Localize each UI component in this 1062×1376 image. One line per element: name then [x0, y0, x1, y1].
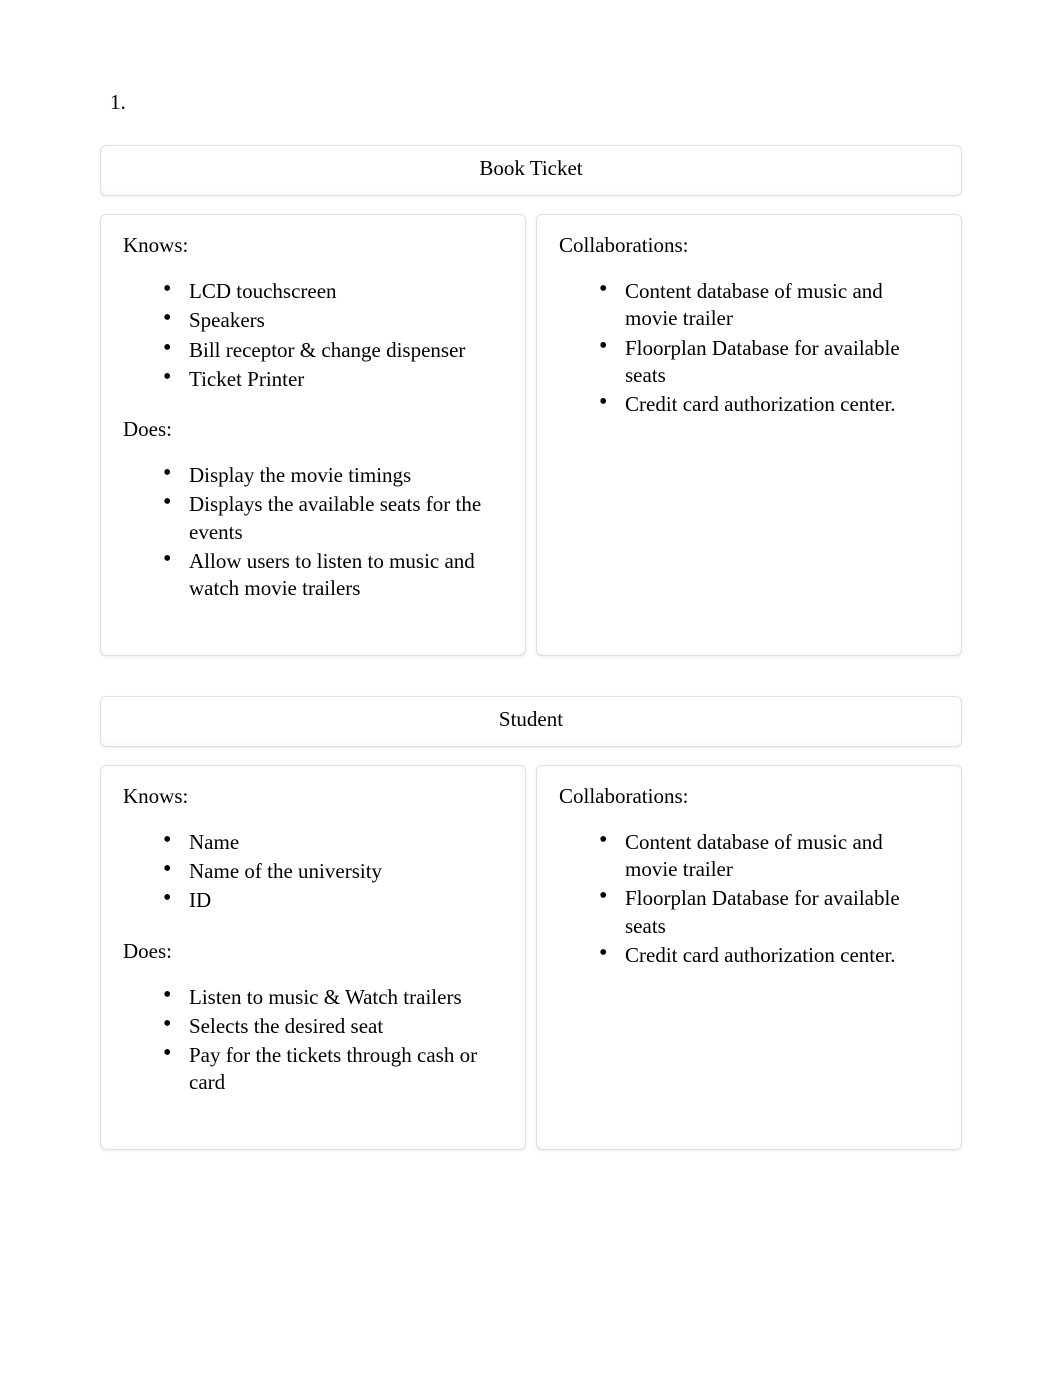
list-number: 1. [110, 90, 962, 115]
list-item: ID [163, 887, 503, 914]
list-item: LCD touchscreen [163, 278, 503, 305]
list-item: Floorplan Database for available seats [599, 335, 939, 390]
list-item: Floorplan Database for available seats [599, 885, 939, 940]
knows-label: Knows: [123, 233, 503, 258]
card-body: Knows: Name Name of the university ID Do… [100, 765, 962, 1150]
collaborations-label: Collaborations: [559, 784, 939, 809]
list-item: Ticket Printer [163, 366, 503, 393]
card-right-column: Collaborations: Content database of musi… [536, 214, 962, 656]
list-item: Name of the university [163, 858, 503, 885]
does-label: Does: [123, 417, 503, 442]
list-item: Listen to music & Watch trailers [163, 984, 503, 1011]
list-item: Bill receptor & change dispenser [163, 337, 503, 364]
card-left-column: Knows: LCD touchscreen Speakers Bill rec… [100, 214, 526, 656]
list-item: Name [163, 829, 503, 856]
collaborations-list: Content database of music and movie trai… [559, 278, 939, 418]
list-item: Displays the available seats for the eve… [163, 491, 503, 546]
list-item: Pay for the tickets through cash or card [163, 1042, 503, 1097]
list-item: Speakers [163, 307, 503, 334]
list-item: Credit card authorization center. [599, 942, 939, 969]
knows-list: LCD touchscreen Speakers Bill receptor &… [123, 278, 503, 393]
collaborations-label: Collaborations: [559, 233, 939, 258]
crc-card-student: Student Knows: Name Name of the universi… [100, 696, 962, 1150]
knows-label: Knows: [123, 784, 503, 809]
collaborations-list: Content database of music and movie trai… [559, 829, 939, 969]
list-item: Content database of music and movie trai… [599, 278, 939, 333]
list-item: Content database of music and movie trai… [599, 829, 939, 884]
card-right-column: Collaborations: Content database of musi… [536, 765, 962, 1150]
knows-list: Name Name of the university ID [123, 829, 503, 915]
list-item: Selects the desired seat [163, 1013, 503, 1040]
crc-card-book-ticket: Book Ticket Knows: LCD touchscreen Speak… [100, 145, 962, 656]
list-item: Credit card authorization center. [599, 391, 939, 418]
card-left-column: Knows: Name Name of the university ID Do… [100, 765, 526, 1150]
card-title: Student [100, 696, 962, 747]
does-label: Does: [123, 939, 503, 964]
list-item: Display the movie timings [163, 462, 503, 489]
card-body: Knows: LCD touchscreen Speakers Bill rec… [100, 214, 962, 656]
does-list: Display the movie timings Displays the a… [123, 462, 503, 602]
list-item: Allow users to listen to music and watch… [163, 548, 503, 603]
card-title: Book Ticket [100, 145, 962, 196]
does-list: Listen to music & Watch trailers Selects… [123, 984, 503, 1097]
